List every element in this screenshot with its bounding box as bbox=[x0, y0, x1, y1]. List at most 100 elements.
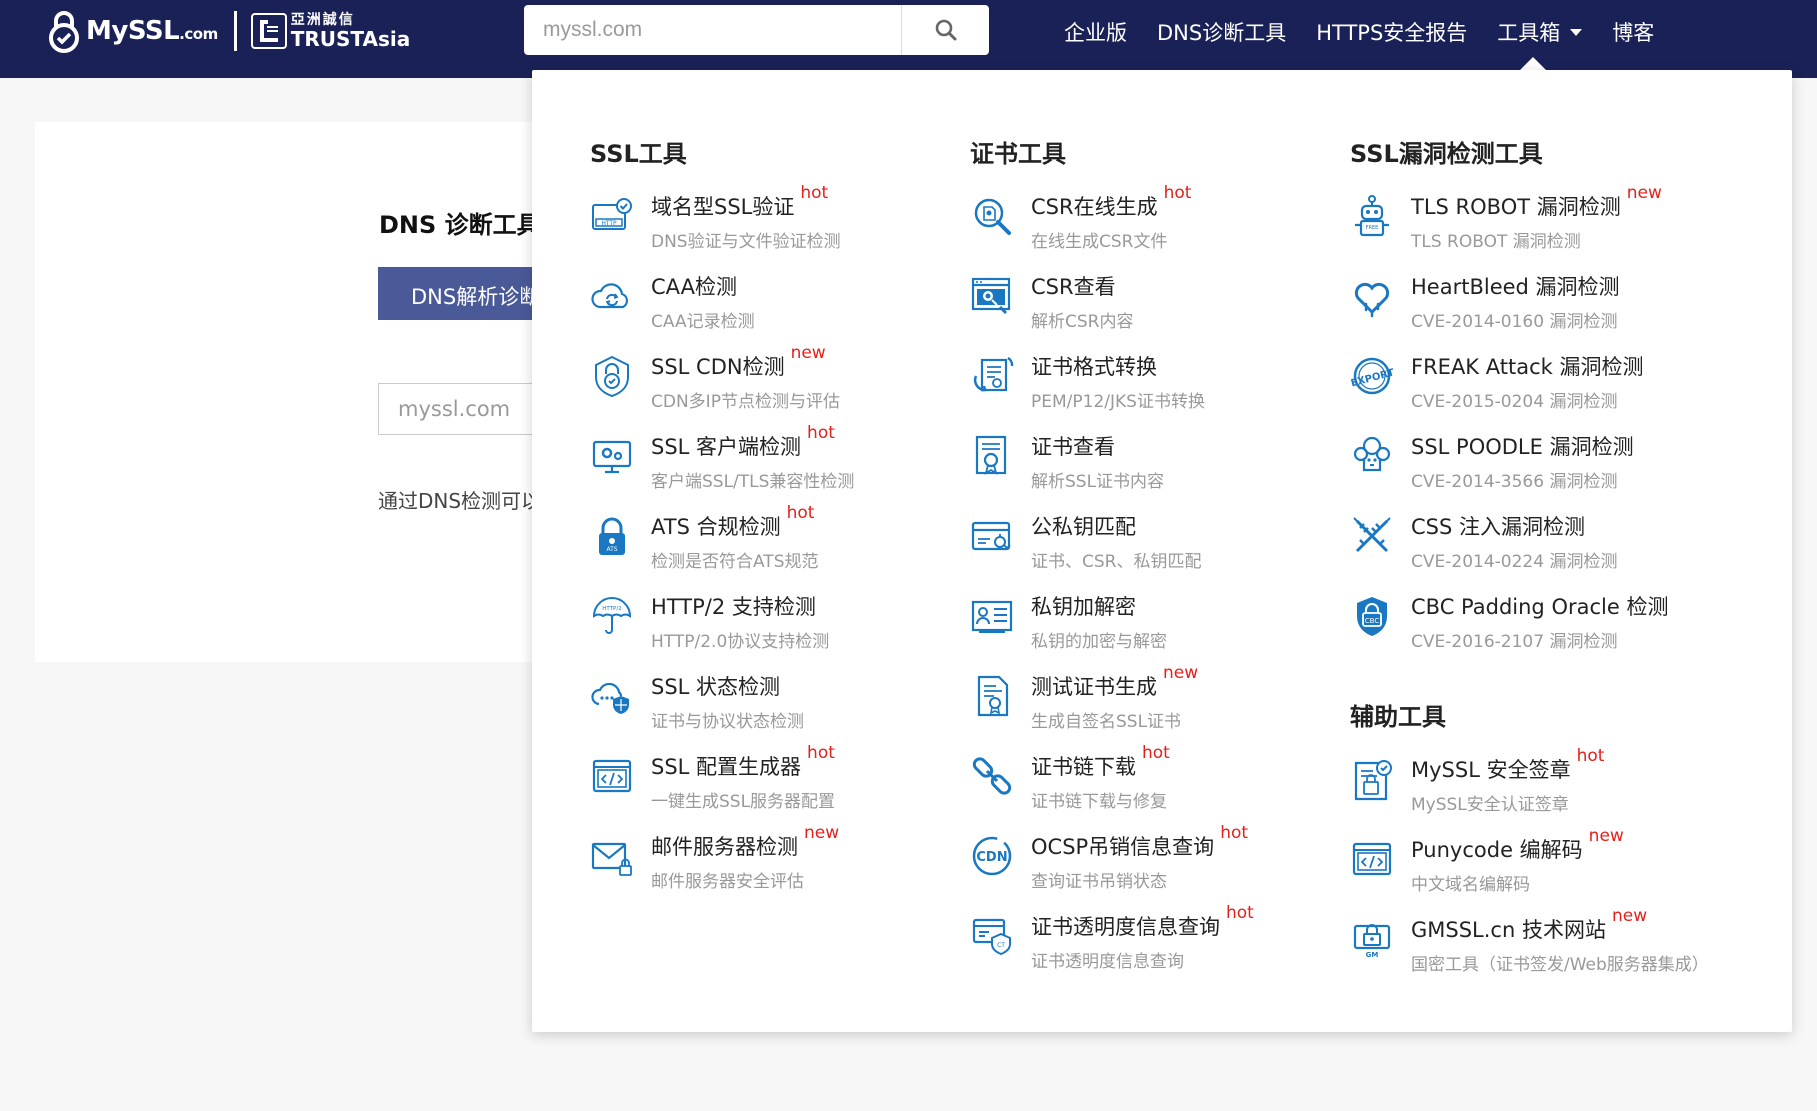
menu-item-title: SSL 状态检测 bbox=[651, 675, 781, 699]
menu-item-3-2[interactable]: GM GMSSL.cn 技术网站 国密工具（证书签发/Web服务器集成） new bbox=[1350, 906, 1720, 984]
menu-item-0-3[interactable]: SSL 客户端检测 客户端SSL/TLS兼容性检测 hot bbox=[590, 423, 960, 501]
menu-item-0-2[interactable]: SSL CDN检测 CDN多IP节点检测与评估 new bbox=[590, 343, 960, 421]
poodle-icon bbox=[1350, 434, 1394, 478]
menu-item-0-7[interactable]: SSL 配置生成器 一键生成SSL服务器配置 hot bbox=[590, 743, 960, 821]
menu-item-description: 邮件服务器安全评估 bbox=[651, 872, 804, 892]
menu-item-description: CVE-2014-0224 漏洞检测 bbox=[1411, 552, 1618, 572]
menu-item-2-4[interactable]: CSS 注入漏洞检测 CVE-2014-0224 漏洞检测 bbox=[1350, 511, 1720, 581]
key-card-icon bbox=[970, 514, 1014, 558]
cert-search-icon bbox=[970, 434, 1014, 478]
bleeding-heart-icon bbox=[1350, 274, 1394, 318]
menu-item-description: 国密工具（证书签发/Web服务器集成） bbox=[1411, 955, 1709, 975]
menu-item-0-4[interactable]: ATS ATS 合规检测 检测是否符合ATS规范 hot bbox=[590, 503, 960, 581]
ats-lock-icon: ATS bbox=[590, 514, 634, 558]
menu-item-1-6[interactable]: 测试证书生成 生成自签名SSL证书 new bbox=[970, 663, 1340, 741]
tab-dns-resolution[interactable]: DNS解析诊断 bbox=[378, 267, 548, 320]
menu-item-2-3[interactable]: SSL POODLE 漏洞检测 CVE-2014-3566 漏洞检测 bbox=[1350, 431, 1720, 501]
menu-item-title: 邮件服务器检测 bbox=[651, 835, 798, 859]
id-card-icon bbox=[970, 594, 1014, 638]
cloud-shield-icon bbox=[590, 674, 634, 718]
gm-lock-icon: GM bbox=[1350, 917, 1394, 961]
trustasia-logo: 亞洲誠信 TRUSTAsia bbox=[291, 13, 411, 49]
nav-toolbox[interactable]: 工具箱 bbox=[1497, 17, 1583, 47]
nav-toolbox-label: 工具箱 bbox=[1497, 21, 1561, 45]
new-badge: new bbox=[804, 823, 840, 843]
http-icon: HTTP bbox=[590, 194, 634, 238]
toolbox-dropdown: SSL工具 HTTP 域名型SSL验证 DNS验证与文件验证检测 hot CAA检测 CAA… bbox=[532, 70, 1792, 1032]
menu-item-1-0[interactable]: CSR在线生成 在线生成CSR文件 hot bbox=[970, 183, 1340, 261]
hot-badge: hot bbox=[800, 183, 829, 203]
lock-badge-icon bbox=[590, 354, 634, 398]
nav-https-report[interactable]: HTTPS安全报告 bbox=[1316, 17, 1467, 47]
svg-text:HTTP/2: HTTP/2 bbox=[602, 606, 621, 612]
menu-item-title: HeartBleed 漏洞检测 bbox=[1411, 275, 1620, 299]
search-input[interactable] bbox=[524, 5, 901, 55]
menu-item-title: CAA检测 bbox=[651, 275, 737, 299]
menu-item-description: 生成自签名SSL证书 bbox=[1031, 712, 1182, 732]
menu-item-0-6[interactable]: SSL 状态检测 证书与协议状态检测 bbox=[590, 671, 960, 741]
menu-item-1-5[interactable]: 私钥加解密 私钥的加密与解密 bbox=[970, 591, 1340, 661]
monitor-gear-icon bbox=[590, 434, 634, 478]
menu-item-description: CVE-2014-3566 漏洞检测 bbox=[1411, 472, 1618, 492]
domain-input[interactable]: myssl.com bbox=[378, 383, 548, 435]
hot-badge: hot bbox=[1163, 183, 1192, 203]
code-window-icon bbox=[1350, 837, 1394, 881]
svg-text:ATS: ATS bbox=[606, 546, 617, 553]
page-description: 通过DNS检测可以 bbox=[378, 489, 542, 513]
menu-item-description: 私钥的加密与解密 bbox=[1031, 632, 1167, 652]
menu-item-2-2[interactable]: EXPORT FREAK Attack 漏洞检测 CVE-2015-0204 漏洞检… bbox=[1350, 351, 1720, 421]
cbc-lock-icon: CBC bbox=[1350, 594, 1394, 638]
logo[interactable]: MySSL.com 亞洲誠信 TRUSTAsia bbox=[46, 8, 410, 53]
menu-item-0-5[interactable]: HTTP/2 HTTP/2 支持检测 HTTP/2.0协议支持检测 bbox=[590, 591, 960, 661]
menu-item-title: SSL 客户端检测 bbox=[651, 435, 802, 459]
code-window-icon bbox=[590, 754, 634, 798]
menu-heading-1: 证书工具 bbox=[970, 140, 1066, 168]
search-bar bbox=[524, 5, 989, 55]
menu-item-description: 一键生成SSL服务器配置 bbox=[651, 792, 836, 812]
menu-item-description: DNS验证与文件验证检测 bbox=[651, 232, 841, 252]
menu-item-1-4[interactable]: 公私钥匹配 证书、CSR、私钥匹配 bbox=[970, 511, 1340, 581]
search-button[interactable] bbox=[901, 5, 989, 55]
menu-item-title: 证书链下载 bbox=[1031, 755, 1136, 779]
menu-item-description: 解析CSR内容 bbox=[1031, 312, 1134, 332]
menu-item-title: CSR在线生成 bbox=[1031, 195, 1158, 219]
menu-heading-3: 辅助工具 bbox=[1350, 703, 1446, 731]
trustasia-mark-icon bbox=[250, 12, 287, 49]
menu-item-1-8[interactable]: CDN OCSP吊销信息查询 查询证书吊销状态 hot bbox=[970, 823, 1340, 901]
menu-item-title: MySSL 安全签章 bbox=[1411, 758, 1571, 782]
menu-item-0-0[interactable]: HTTP 域名型SSL验证 DNS验证与文件验证检测 hot bbox=[590, 183, 960, 261]
menu-item-description: PEM/P12/JKS证书转换 bbox=[1031, 392, 1205, 412]
menu-item-title: OCSP吊销信息查询 bbox=[1031, 835, 1215, 859]
menu-item-description: MySSL安全认证签章 bbox=[1411, 795, 1569, 815]
menu-item-2-1[interactable]: HeartBleed 漏洞检测 CVE-2014-0160 漏洞检测 bbox=[1350, 271, 1720, 341]
menu-item-title: SSL POODLE 漏洞检测 bbox=[1411, 435, 1634, 459]
menu-item-1-1[interactable]: CSR查看 解析CSR内容 bbox=[970, 271, 1340, 341]
menu-item-description: CDN多IP节点检测与评估 bbox=[651, 392, 840, 412]
menu-item-1-2[interactable]: 证书格式转换 PEM/P12/JKS证书转换 bbox=[970, 351, 1340, 421]
inspect-window-icon bbox=[970, 274, 1014, 318]
nav-enterprise[interactable]: 企业版 bbox=[1064, 17, 1127, 47]
syringe-icon bbox=[1350, 514, 1394, 558]
menu-item-0-1[interactable]: CAA检测 CAA记录检测 bbox=[590, 271, 960, 341]
menu-item-2-0[interactable]: FREE TLS ROBOT 漏洞检测 TLS ROBOT 漏洞检测 new bbox=[1350, 183, 1720, 261]
menu-item-1-3[interactable]: 证书查看 解析SSL证书内容 bbox=[970, 431, 1340, 501]
chain-icon bbox=[970, 754, 1014, 798]
main-nav: 企业版 DNS诊断工具 HTTPS安全报告 工具箱 博客 bbox=[1064, 0, 1684, 64]
menu-item-2-5[interactable]: CBC CBC Padding Oracle 检测 CVE-2016-2107 漏洞… bbox=[1350, 591, 1720, 661]
menu-item-3-0[interactable]: MySSL 安全签章 MySSL安全认证签章 hot bbox=[1350, 746, 1720, 824]
menu-item-description: CVE-2015-0204 漏洞检测 bbox=[1411, 392, 1618, 412]
menu-item-description: 证书透明度信息查询 bbox=[1031, 952, 1184, 972]
menu-item-3-1[interactable]: Punycode 编解码 中文域名编解码 new bbox=[1350, 826, 1720, 904]
menu-item-title: 证书查看 bbox=[1031, 435, 1115, 459]
nav-dns-tool[interactable]: DNS诊断工具 bbox=[1157, 17, 1286, 47]
menu-item-description: 证书链下载与修复 bbox=[1031, 792, 1167, 812]
hot-badge: hot bbox=[1226, 903, 1254, 923]
convert-cert-icon bbox=[970, 354, 1014, 398]
new-badge: new bbox=[1588, 826, 1624, 846]
hot-badge: hot bbox=[1576, 746, 1605, 766]
padlock-logo-icon bbox=[46, 9, 82, 53]
menu-item-1-9[interactable]: CT 证书透明度信息查询 证书透明度信息查询 hot bbox=[970, 903, 1340, 981]
menu-item-1-7[interactable]: 证书链下载 证书链下载与修复 hot bbox=[970, 743, 1340, 821]
menu-item-0-8[interactable]: 邮件服务器检测邮件服务器安全评估 new bbox=[590, 823, 960, 901]
nav-blog[interactable]: 博客 bbox=[1612, 17, 1654, 47]
